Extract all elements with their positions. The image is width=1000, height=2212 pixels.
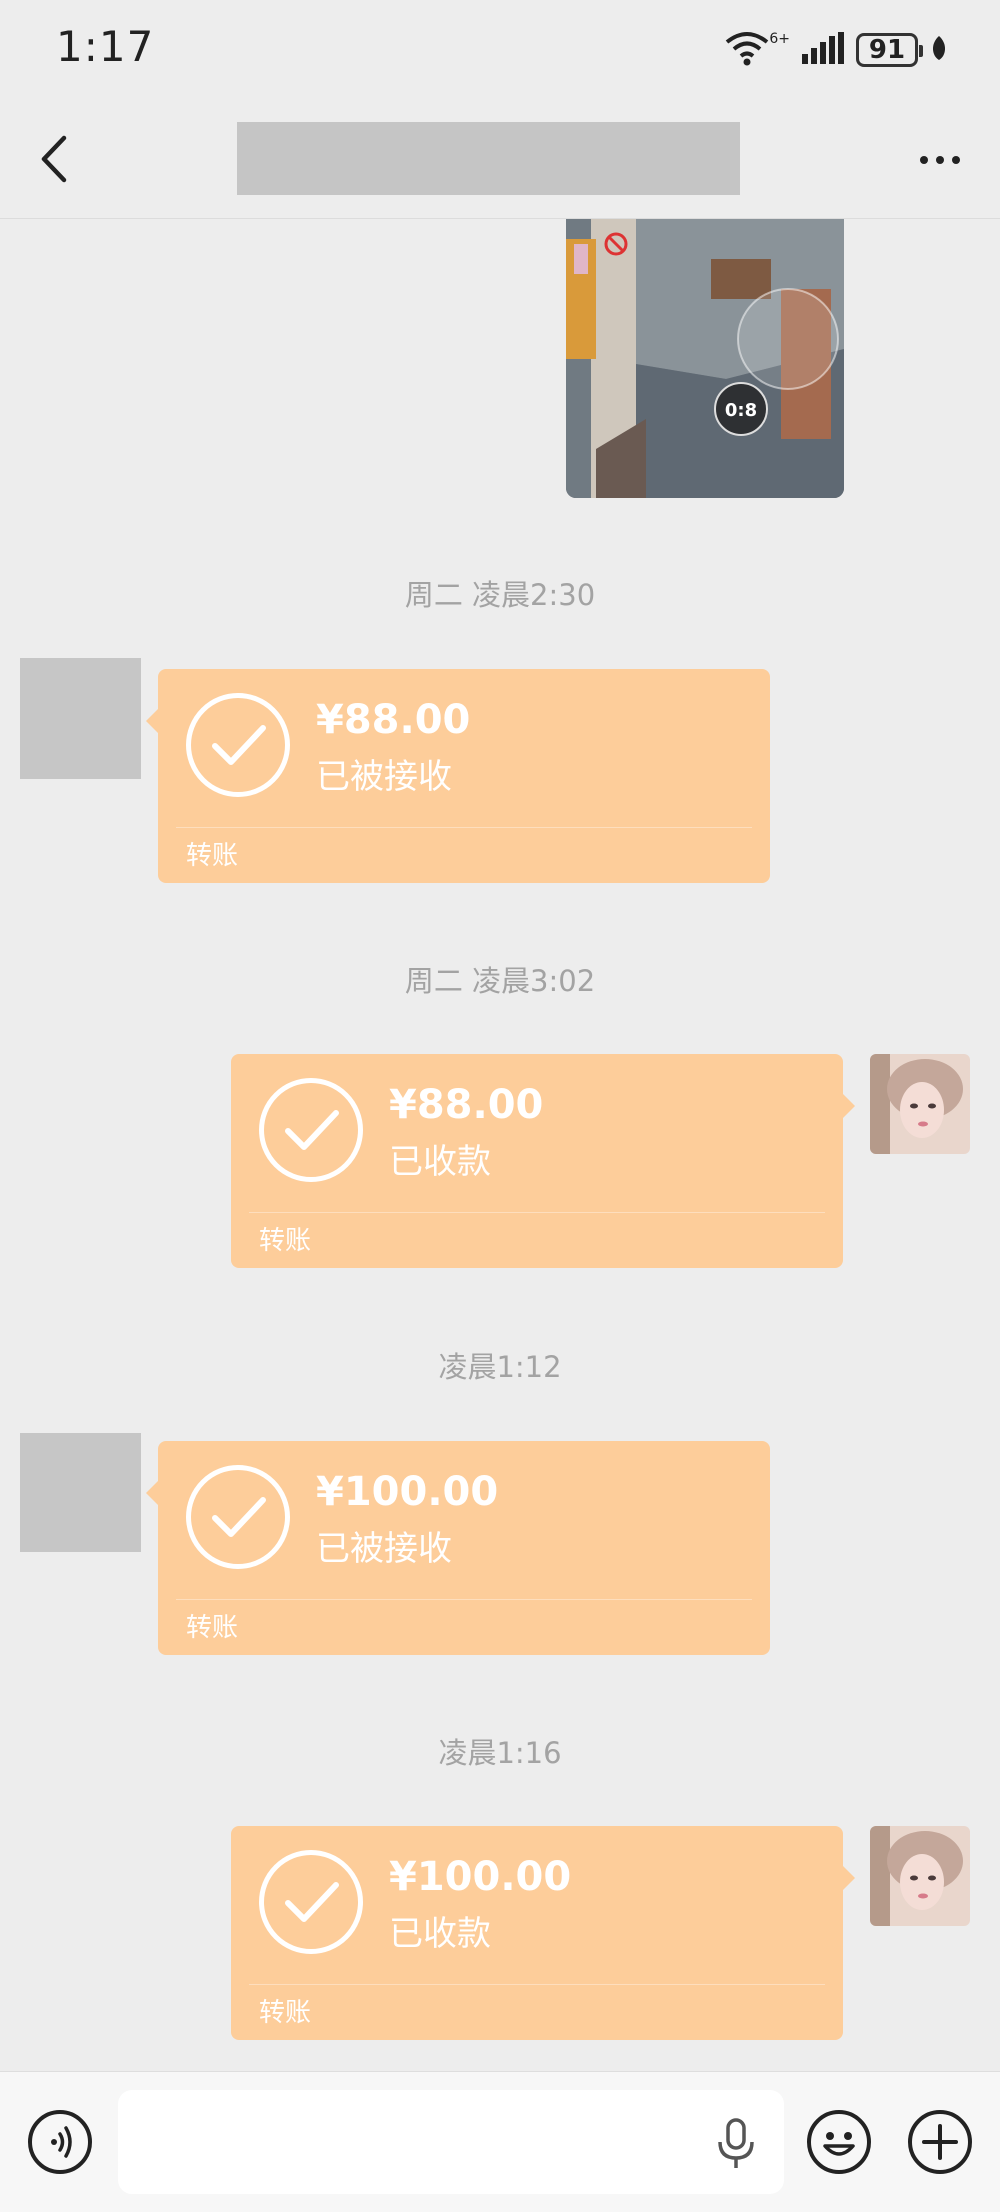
message-timestamp: 周二 凌晨2:30 (404, 578, 596, 612)
network-label: 6+ (769, 31, 790, 47)
game-timer-text: 0:8 (725, 400, 757, 421)
check-circle-icon (186, 1465, 290, 1569)
transfer-bubble[interactable]: ¥100.00 已被接收 转账 (146, 1441, 770, 1655)
battery-icon: 91 (856, 33, 923, 67)
message-timestamp: 凌晨1:16 (438, 1736, 562, 1770)
user-avatar[interactable] (870, 1054, 970, 1154)
plus-icon[interactable] (908, 2110, 972, 2174)
wifi-icon (723, 30, 771, 70)
transfer-status: 已收款 (389, 1142, 491, 1182)
message-input[interactable] (118, 2090, 784, 2194)
mic-icon[interactable] (712, 2116, 760, 2172)
avatar-redacted[interactable] (20, 1433, 141, 1552)
check-circle-icon (259, 1078, 363, 1182)
message-timestamp: 周二 凌晨3:02 (404, 964, 596, 998)
transfer-amount: ¥100.00 (316, 1469, 499, 1515)
transfer-amount: ¥88.00 (316, 697, 471, 743)
check-circle-icon (259, 1850, 363, 1954)
transfer-label: 转账 (259, 1226, 312, 1256)
transfer-label: 转账 (186, 841, 239, 871)
transfer-label: 转账 (186, 1613, 239, 1643)
transfer-bubble[interactable]: ¥88.00 已被接收 转账 (146, 669, 770, 883)
transfer-status: 已被接收 (316, 757, 452, 797)
transfer-label: 转账 (259, 1998, 312, 2028)
nav-divider (0, 218, 1000, 219)
avatar-redacted[interactable] (20, 658, 141, 779)
status-time: 1:17 (56, 22, 155, 71)
status-icons: 6+ 91 (723, 28, 948, 72)
leaf-icon (930, 34, 948, 66)
signal-icon (802, 32, 844, 68)
back-icon[interactable] (34, 134, 74, 184)
transfer-amount: ¥100.00 (389, 1854, 572, 1900)
voice-icon[interactable] (28, 2110, 92, 2174)
emoji-icon[interactable] (807, 2110, 871, 2174)
transfer-amount: ¥88.00 (389, 1082, 544, 1128)
transfer-bubble[interactable]: ¥88.00 已收款 转账 (231, 1054, 855, 1268)
transfer-bubble[interactable]: ¥100.00 已收款 转账 (231, 1826, 855, 2040)
transfer-status: 已收款 (389, 1914, 491, 1954)
message-timestamp: 凌晨1:12 (438, 1350, 562, 1384)
more-dots-icon[interactable] (910, 140, 970, 180)
check-circle-icon (186, 693, 290, 797)
user-avatar[interactable] (870, 1826, 970, 1926)
game-screenshot-image[interactable]: 0:8 (566, 219, 844, 498)
chat-title-redacted (237, 122, 740, 195)
transfer-status: 已被接收 (316, 1529, 452, 1569)
